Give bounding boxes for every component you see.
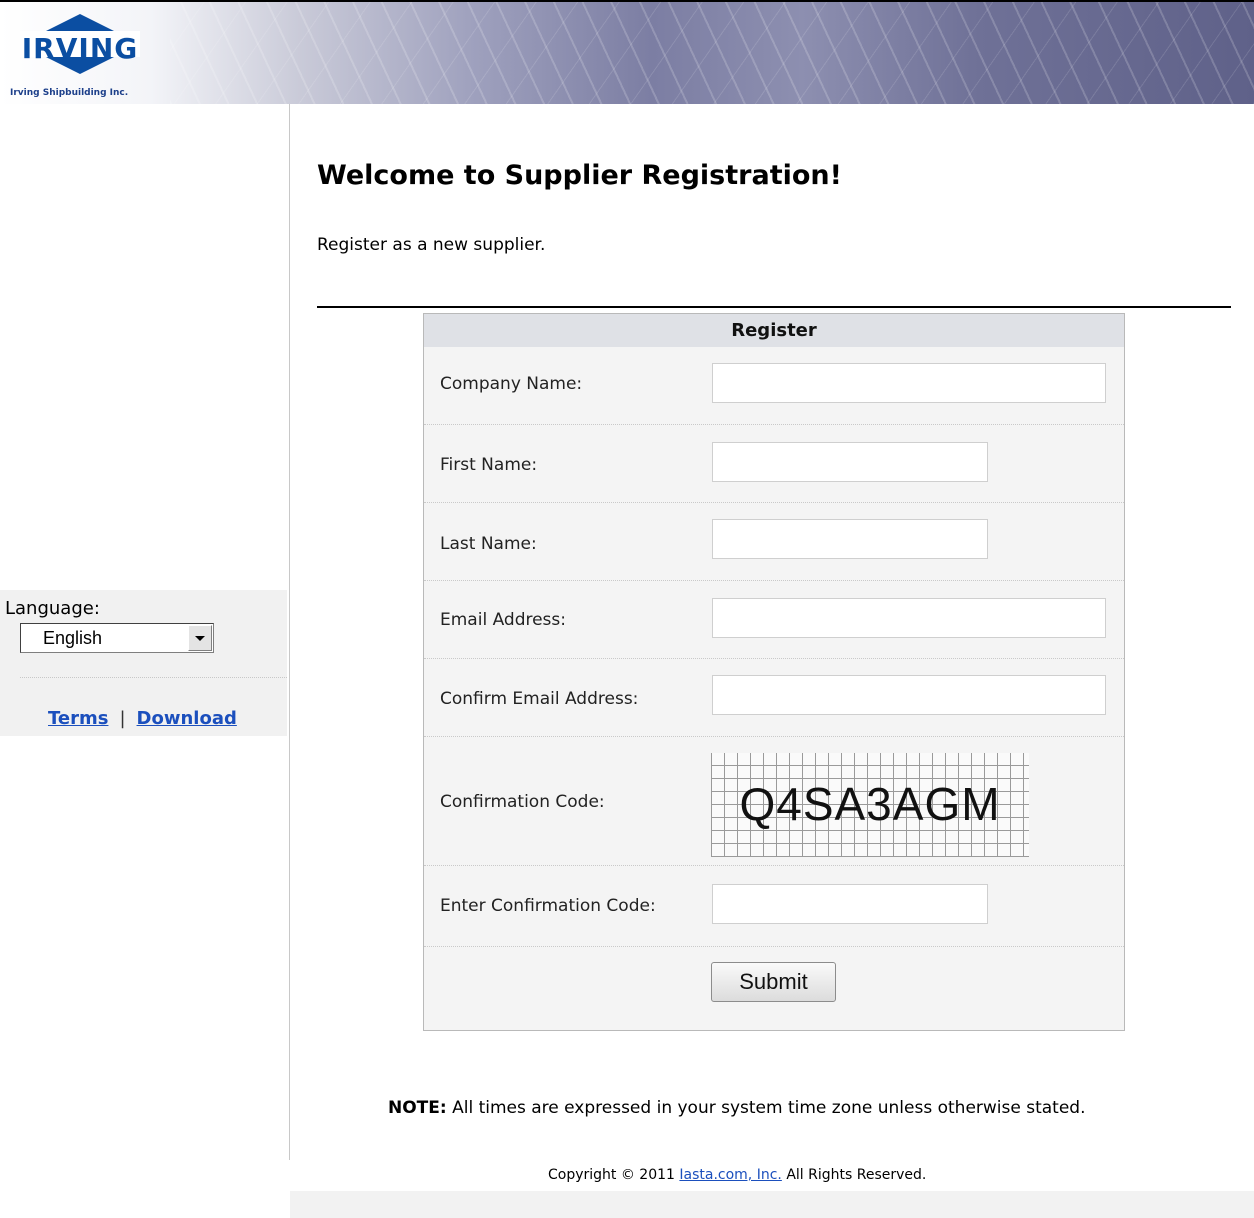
language-select[interactable]: English <box>20 623 214 653</box>
language-label: Language: <box>5 598 100 619</box>
confirm-email-field[interactable] <box>712 675 1106 715</box>
confirm-email-label: Confirm Email Address: <box>440 689 639 709</box>
column-divider <box>289 104 290 1160</box>
language-selected-value: English <box>43 628 103 648</box>
header-background-art <box>170 2 1254 104</box>
email-label: Email Address: <box>440 610 566 630</box>
first-name-input[interactable] <box>712 442 988 482</box>
register-panel: Register Company Name: First Name: Last … <box>423 313 1125 1031</box>
first-name-label: First Name: <box>440 455 538 475</box>
captcha-image: Q4SA3AGM <box>711 753 1029 857</box>
chevron-down-icon[interactable] <box>188 625 212 651</box>
footer-bar <box>290 1191 1254 1218</box>
divider <box>20 677 287 678</box>
iasta-link[interactable]: Iasta.com, Inc. <box>679 1167 781 1183</box>
note-label: NOTE: <box>388 1098 447 1118</box>
captcha-code: Q4SA3AGM <box>739 778 1001 830</box>
confirmation-code-input[interactable] <box>712 884 988 924</box>
email-field[interactable] <box>712 598 1106 638</box>
last-name-label: Last Name: <box>440 534 537 554</box>
confirmation-code-label: Confirmation Code: <box>440 792 605 812</box>
header-banner: IRVING Irving Shipbuilding Inc. <box>0 0 1254 104</box>
enter-code-label: Enter Confirmation Code: <box>440 896 656 916</box>
divider <box>317 306 1231 308</box>
form-row-email: Email Address: <box>424 581 1124 659</box>
sidebar-links: Terms | Download <box>48 708 237 729</box>
language-panel: Language: English Terms | Download <box>0 590 287 736</box>
link-separator: | <box>119 708 126 729</box>
copyright-suffix: All Rights Reserved. <box>781 1167 927 1183</box>
terms-link[interactable]: Terms <box>48 708 108 729</box>
form-row-confirmation-code: Confirmation Code: Q4SA3AGM <box>424 737 1124 866</box>
form-row-enter-code: Enter Confirmation Code: <box>424 866 1124 947</box>
form-row-last-name: Last Name: <box>424 503 1124 581</box>
download-link[interactable]: Download <box>137 708 237 729</box>
form-row-company-name: Company Name: <box>424 347 1124 425</box>
copyright: Copyright © 2011 Iasta.com, Inc. All Rig… <box>548 1167 926 1183</box>
company-logo: IRVING Irving Shipbuilding Inc. <box>6 10 156 102</box>
page-title: Welcome to Supplier Registration! <box>317 160 842 191</box>
page-subtitle: Register as a new supplier. <box>317 235 546 255</box>
company-name-label: Company Name: <box>440 374 583 394</box>
form-row-confirm-email: Confirm Email Address: <box>424 659 1124 737</box>
logo-subtitle: Irving Shipbuilding Inc. <box>10 88 129 98</box>
timezone-note: NOTE: All times are expressed in your sy… <box>388 1098 1086 1118</box>
copyright-prefix: Copyright © 2011 <box>548 1167 680 1183</box>
register-header: Register <box>424 314 1124 347</box>
last-name-input[interactable] <box>712 519 988 559</box>
company-name-input[interactable] <box>712 363 1106 403</box>
form-row-first-name: First Name: <box>424 425 1124 503</box>
logo-text: IRVING <box>21 32 139 65</box>
note-text: All times are expressed in your system t… <box>446 1098 1086 1118</box>
submit-button[interactable]: Submit <box>711 962 836 1002</box>
